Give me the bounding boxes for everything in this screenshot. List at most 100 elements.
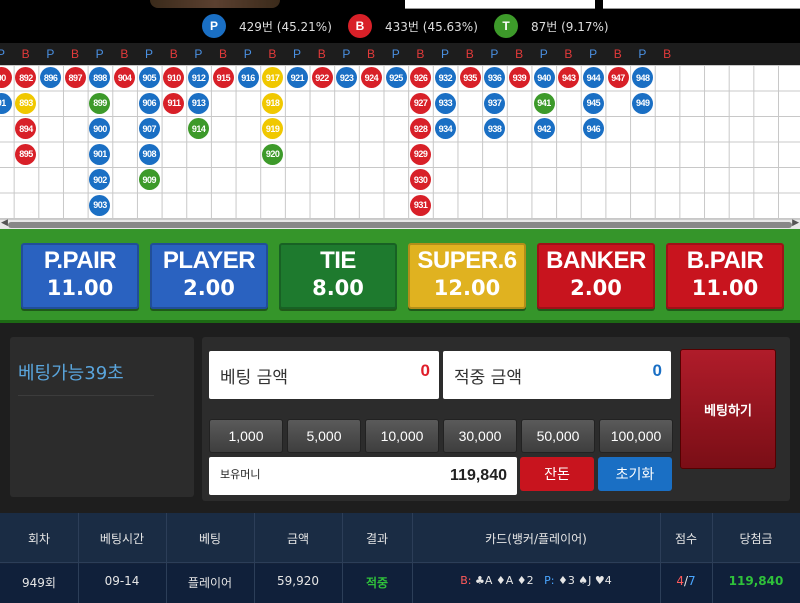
road-ball: 917 bbox=[262, 67, 284, 88]
road-ball: 893 bbox=[15, 92, 37, 114]
bet-amount-field[interactable]: 베팅 금액 0 bbox=[209, 351, 439, 399]
baccarat-screen: P 429번 (45.21%) B 433번 (45.63%) T 87번 (9… bbox=[0, 0, 800, 603]
betting-timer: 베팅가능39초 bbox=[18, 363, 124, 384]
chip-button[interactable]: 100,000 bbox=[599, 419, 673, 453]
bet-button-tie[interactable]: TIE 8.00 bbox=[279, 243, 397, 309]
bet-name: BANKER bbox=[546, 247, 646, 274]
stat-tie: T 87번 (9.17%) bbox=[494, 13, 609, 39]
road-ball: 915 bbox=[212, 67, 234, 88]
road-header-letter: P bbox=[0, 47, 6, 61]
player-icon: P bbox=[202, 14, 226, 38]
bet-button-banker[interactable]: BANKER 2.00 bbox=[537, 243, 655, 309]
chip-button[interactable]: 5,000 bbox=[287, 419, 361, 453]
top-banner bbox=[0, 0, 800, 10]
road-header-letter: P bbox=[342, 47, 351, 61]
road-ball: 897 bbox=[64, 67, 86, 88]
bet-options: P.PAIR 11.00 PLAYER 2.00 TIE 8.00 SUPER.6 12.00… bbox=[0, 229, 800, 323]
chip-button[interactable]: 50,000 bbox=[521, 419, 595, 453]
bet-odds: 12.00 bbox=[433, 276, 501, 300]
balance-value: 119,840 bbox=[450, 467, 507, 484]
col-divider bbox=[660, 513, 661, 603]
col-divider bbox=[166, 513, 167, 603]
bet-button-p-pair[interactable]: P.PAIR 11.00 bbox=[21, 243, 139, 309]
road-ball: 900 bbox=[89, 118, 111, 139]
chip-button[interactable]: 30,000 bbox=[443, 419, 517, 453]
road-header: PBPBPBPBPBPBPBPBPBPBPBPBPBPB bbox=[0, 43, 800, 65]
bet-odds: 11.00 bbox=[46, 276, 114, 300]
road-header-letter: P bbox=[194, 47, 203, 61]
bet-name: SUPER.6 bbox=[417, 247, 517, 274]
road-ball: 903 bbox=[89, 194, 111, 216]
score-player: 7 bbox=[688, 574, 696, 588]
col-divider bbox=[78, 513, 79, 603]
bet-amount-label: 베팅 금액 bbox=[220, 368, 288, 388]
bet-name: B.PAIR bbox=[686, 247, 764, 274]
chip-button[interactable]: 10,000 bbox=[365, 419, 439, 453]
road-header-letter: B bbox=[219, 47, 228, 61]
cards-banker-label: B: bbox=[460, 574, 472, 587]
road-ball: 90 bbox=[0, 67, 12, 88]
road-ball: 924 bbox=[360, 67, 382, 88]
road-ball: 91 bbox=[0, 92, 12, 114]
road-grid: 90 91892 893 894 895 896897898 899 900 901 902 903… bbox=[0, 65, 800, 219]
road-ball: 947 bbox=[607, 67, 629, 88]
road-ball: 927 bbox=[410, 92, 432, 114]
result-stats: P 429번 (45.21%) B 433번 (45.63%) T 87번 (9… bbox=[0, 10, 800, 42]
road-ball: 925 bbox=[385, 67, 407, 88]
col-divider bbox=[254, 513, 255, 603]
bet-button-player[interactable]: PLAYER 2.00 bbox=[150, 243, 268, 309]
change-button[interactable]: 잔돈 bbox=[520, 457, 594, 491]
dealer-image bbox=[150, 0, 280, 8]
road-ball: 896 bbox=[40, 67, 62, 88]
road-header-letter: B bbox=[663, 47, 672, 61]
road-ball: 929 bbox=[410, 143, 432, 165]
road-ball: 931 bbox=[410, 194, 432, 216]
stat-banker-text: 433번 (45.63%) bbox=[385, 19, 478, 34]
col-divider bbox=[412, 513, 413, 603]
road-ball: 945 bbox=[582, 92, 604, 114]
table-header-cell: 금액 bbox=[286, 532, 310, 546]
scroll-thumb[interactable] bbox=[8, 222, 792, 228]
scroll-right-icon[interactable]: ▶ bbox=[792, 218, 799, 228]
road-ball: 930 bbox=[410, 169, 432, 190]
road-ball: 949 bbox=[632, 92, 654, 114]
road-header-letter: P bbox=[638, 47, 647, 61]
road-header-letter: P bbox=[293, 47, 302, 61]
road-ball: 933 bbox=[434, 92, 456, 114]
score-banker: 4 bbox=[676, 574, 684, 588]
road-ball: 946 bbox=[582, 118, 604, 139]
table-header-cell: 결과 bbox=[365, 532, 389, 546]
road-ball: 939 bbox=[508, 67, 530, 88]
road-header-letter: B bbox=[416, 47, 425, 61]
place-bet-button[interactable]: 베팅하기 bbox=[680, 349, 776, 469]
stat-player-text: 429번 (45.21%) bbox=[239, 19, 332, 34]
road-header-letter: B bbox=[317, 47, 326, 61]
bet-button-b-pair[interactable]: B.PAIR 11.00 bbox=[666, 243, 784, 309]
cell-time: 09-14 bbox=[104, 574, 140, 588]
balance-field: 보유머니 119,840 bbox=[209, 457, 517, 495]
reset-button[interactable]: 초기화 bbox=[598, 457, 672, 491]
road-ball: 895 bbox=[15, 143, 37, 165]
road-header-letter: P bbox=[490, 47, 499, 61]
table-header-cell: 베팅시간 bbox=[99, 532, 145, 546]
table-header-cell: 점수 bbox=[674, 532, 698, 546]
balance-label: 보유머니 bbox=[220, 468, 261, 481]
road-header-letter: P bbox=[243, 47, 252, 61]
chip-button[interactable]: 1,000 bbox=[209, 419, 283, 453]
road-ball: 919 bbox=[262, 118, 284, 139]
table-header-cell: 회차 bbox=[27, 532, 51, 546]
road-header-letter: B bbox=[268, 47, 277, 61]
road-scrollbar[interactable]: ◀ ▶ bbox=[0, 218, 800, 229]
scroll-left-icon[interactable]: ◀ bbox=[1, 218, 8, 228]
road-header-letter: B bbox=[465, 47, 474, 61]
bet-name: PLAYER bbox=[162, 247, 256, 274]
road-ball: 892 bbox=[15, 67, 37, 88]
stat-banker: B 433번 (45.63%) bbox=[348, 13, 478, 39]
road-header-letter: B bbox=[515, 47, 524, 61]
bet-button-super-6[interactable]: SUPER.6 12.00 bbox=[408, 243, 526, 309]
tie-icon: T bbox=[494, 14, 518, 38]
bet-odds: 8.00 bbox=[312, 276, 364, 300]
bet-odds: 2.00 bbox=[183, 276, 235, 300]
road-header-letter: B bbox=[120, 47, 129, 61]
banker-icon: B bbox=[348, 14, 372, 38]
